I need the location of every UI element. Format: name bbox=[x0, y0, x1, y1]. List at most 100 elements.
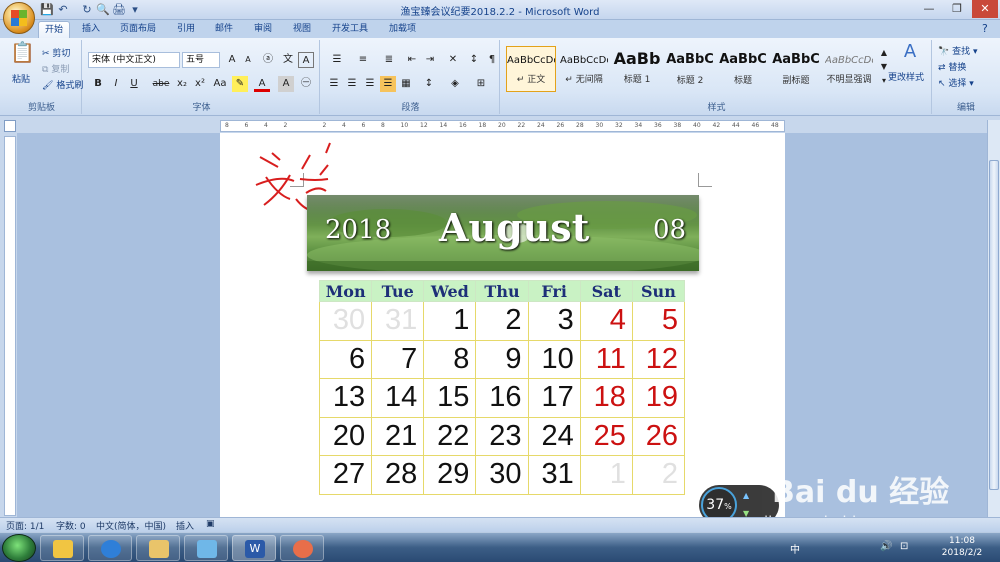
line-spacing-icon[interactable]: ↕ bbox=[418, 76, 440, 92]
sort-icon[interactable]: ↕ bbox=[466, 52, 482, 68]
day-cell[interactable]: 15 bbox=[423, 378, 477, 418]
style-title[interactable]: AaBbC 标题 bbox=[718, 46, 768, 92]
day-cell[interactable]: 3 bbox=[527, 301, 581, 341]
enclose-char-icon[interactable]: ㊀ bbox=[298, 76, 314, 92]
day-cell[interactable]: 20 bbox=[318, 416, 373, 456]
increase-indent-icon[interactable]: ⇥ bbox=[422, 52, 438, 68]
tray-volume-icon[interactable]: 🔊 bbox=[880, 541, 892, 552]
italic-button[interactable]: I bbox=[108, 76, 124, 92]
style-subtitle[interactable]: AaBbC 副标题 bbox=[771, 46, 821, 92]
distribute-icon[interactable]: ▦ bbox=[398, 76, 414, 92]
day-cell[interactable]: 23 bbox=[475, 416, 529, 456]
strikethrough-button[interactable]: abe bbox=[150, 76, 172, 92]
day-cell[interactable]: 31 bbox=[527, 455, 581, 495]
underline-button[interactable]: U bbox=[126, 76, 142, 92]
office-button[interactable] bbox=[3, 2, 35, 34]
day-cell[interactable]: 2 bbox=[631, 455, 686, 495]
paste-icon[interactable]: 📋 bbox=[10, 42, 35, 70]
start-button[interactable] bbox=[2, 534, 36, 562]
style-no-spacing[interactable]: AaBbCcDd ↵ 无间隔 bbox=[559, 46, 609, 92]
tab-developer[interactable]: 开发工具 bbox=[326, 21, 374, 38]
tab-home[interactable]: 开始 bbox=[38, 21, 71, 38]
align-center-icon[interactable]: ☰ bbox=[344, 76, 360, 92]
day-cell[interactable]: 11 bbox=[579, 339, 633, 379]
day-cell[interactable]: 28 bbox=[371, 455, 425, 495]
cut-button[interactable]: ✂ 剪切 bbox=[42, 46, 70, 59]
chinese-layout-icon[interactable]: ✕ bbox=[442, 52, 464, 68]
day-cell[interactable]: 6 bbox=[318, 339, 373, 379]
copy-button[interactable]: ⧉ 复制 bbox=[42, 62, 69, 75]
day-cell[interactable]: 1 bbox=[423, 301, 477, 341]
styles-scroll-icon[interactable]: ▲ ▼ ▾ bbox=[876, 46, 892, 92]
day-cell[interactable]: 19 bbox=[631, 378, 686, 418]
taskbar-mail[interactable] bbox=[40, 535, 84, 561]
help-icon[interactable]: ? bbox=[976, 21, 994, 38]
day-cell[interactable]: 26 bbox=[631, 416, 686, 456]
tray-network-icon[interactable]: ⊡ bbox=[900, 541, 908, 552]
day-cell[interactable]: 30 bbox=[318, 301, 373, 341]
day-cell[interactable]: 17 bbox=[527, 378, 581, 418]
day-cell[interactable]: 4 bbox=[579, 301, 633, 341]
status-mode[interactable]: 插入 bbox=[176, 519, 194, 532]
taskbar-paint[interactable] bbox=[280, 535, 324, 561]
close-icon[interactable]: ✕ bbox=[972, 0, 998, 18]
restore-icon[interactable]: ❐ bbox=[944, 0, 970, 18]
day-cell[interactable]: 2 bbox=[475, 301, 529, 341]
align-left-icon[interactable]: ☰ bbox=[326, 76, 342, 92]
day-cell[interactable]: 24 bbox=[527, 416, 581, 456]
highlight-icon[interactable]: ✎ bbox=[232, 76, 248, 92]
font-size-select[interactable]: 五号 bbox=[182, 52, 220, 68]
decrease-indent-icon[interactable]: ⇤ bbox=[404, 52, 420, 68]
format-painter-button[interactable]: 🖌 格式刷 bbox=[42, 78, 83, 91]
shading-icon[interactable]: ◈ bbox=[444, 76, 466, 92]
day-cell[interactable]: 8 bbox=[423, 339, 477, 379]
status-language[interactable]: 中文(简体，中国) bbox=[96, 519, 166, 532]
char-border-icon[interactable]: A bbox=[298, 52, 314, 68]
day-cell[interactable]: 27 bbox=[318, 455, 373, 495]
replace-button[interactable]: ⇄ 替换 bbox=[938, 60, 966, 73]
change-styles-button[interactable]: 更改样式 bbox=[888, 70, 924, 83]
clock[interactable]: 11:08 2018/2/2 bbox=[932, 535, 992, 559]
align-right-icon[interactable]: ☰ bbox=[362, 76, 378, 92]
horizontal-ruler[interactable]: 8 6 4 2 2 4 6 8 10 12 14 16 18 20 22 24 26 28 30 32 34 36 38 40… bbox=[220, 120, 785, 132]
taskbar-explorer[interactable] bbox=[136, 535, 180, 561]
style-heading-2[interactable]: AaBbC 标题 2 bbox=[665, 46, 715, 92]
tab-view[interactable]: 视图 bbox=[287, 21, 317, 38]
numbering-icon[interactable]: ≡ bbox=[352, 52, 374, 68]
day-cell[interactable]: 13 bbox=[318, 378, 373, 418]
day-cell[interactable]: 25 bbox=[579, 416, 633, 456]
select-button[interactable]: ↖ 选择 ▾ bbox=[938, 76, 974, 89]
grow-font-icon[interactable]: A bbox=[224, 52, 240, 68]
find-button[interactable]: 🔭 查找 ▾ bbox=[938, 44, 978, 57]
style-heading-1[interactable]: AaBb 标题 1 bbox=[612, 46, 662, 92]
day-cell[interactable]: 7 bbox=[371, 339, 425, 379]
clear-format-icon[interactable]: ⓐ bbox=[260, 52, 276, 68]
day-cell[interactable]: 16 bbox=[475, 378, 529, 418]
day-cell[interactable]: 30 bbox=[475, 455, 529, 495]
day-cell[interactable]: 12 bbox=[631, 339, 686, 379]
day-cell[interactable]: 22 bbox=[423, 416, 477, 456]
vertical-ruler[interactable] bbox=[4, 136, 16, 516]
change-case-button[interactable]: Aa bbox=[210, 76, 230, 92]
macro-record-icon[interactable]: ▣ bbox=[206, 519, 215, 529]
bullets-icon[interactable]: ☰ bbox=[326, 52, 348, 68]
day-cell[interactable]: 9 bbox=[475, 339, 529, 379]
change-styles-icon[interactable]: A bbox=[898, 43, 922, 66]
day-cell[interactable]: 5 bbox=[631, 301, 686, 341]
tab-page-layout[interactable]: 页面布局 bbox=[114, 21, 162, 38]
bold-button[interactable]: B bbox=[90, 76, 106, 92]
taskbar-sogou[interactable] bbox=[88, 535, 132, 561]
borders-icon[interactable]: ⊞ bbox=[470, 76, 492, 92]
font-face-select[interactable]: 宋体 (中文正文) bbox=[88, 52, 180, 68]
status-words[interactable]: 字数: 0 bbox=[56, 519, 86, 532]
minimize-icon[interactable]: — bbox=[916, 0, 942, 18]
paste-button[interactable]: 粘贴 bbox=[12, 72, 30, 85]
tab-addins[interactable]: 加载项 bbox=[383, 21, 422, 38]
day-cell[interactable]: 14 bbox=[371, 378, 425, 418]
tab-selector[interactable] bbox=[4, 120, 16, 132]
day-cell[interactable]: 10 bbox=[527, 339, 581, 379]
show-marks-icon[interactable]: ¶ bbox=[484, 52, 500, 68]
day-cell[interactable]: 1 bbox=[579, 455, 633, 495]
subscript-button[interactable]: x₂ bbox=[174, 76, 190, 92]
taskbar-app[interactable] bbox=[184, 535, 228, 561]
